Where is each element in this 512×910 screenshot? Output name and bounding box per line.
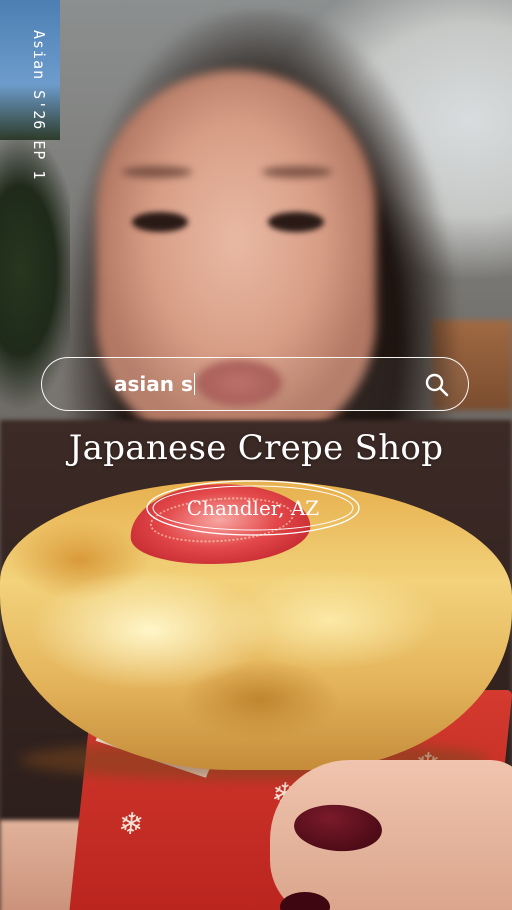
- snowflake-icon: ❄: [116, 807, 146, 842]
- person-eye-right: [268, 212, 324, 232]
- person-brow-left: [122, 166, 192, 178]
- search-input[interactable]: asian s: [114, 372, 196, 396]
- location-text: Chandler, AZ: [186, 496, 320, 520]
- episode-caption-text: Asian S'26 EP 1: [30, 30, 48, 181]
- person-brow-right: [262, 166, 332, 178]
- episode-caption: Asian S'26 EP 1: [22, 30, 52, 210]
- location-badge: Chandler, AZ: [144, 478, 362, 538]
- text-cursor: [193, 373, 196, 395]
- shop-title: Japanese Crepe Shop: [68, 428, 444, 468]
- search-bar[interactable]: asian s: [41, 357, 469, 411]
- search-icon[interactable]: [424, 372, 450, 398]
- person-eye-left: [132, 212, 188, 232]
- search-input-value: asian s: [114, 372, 193, 396]
